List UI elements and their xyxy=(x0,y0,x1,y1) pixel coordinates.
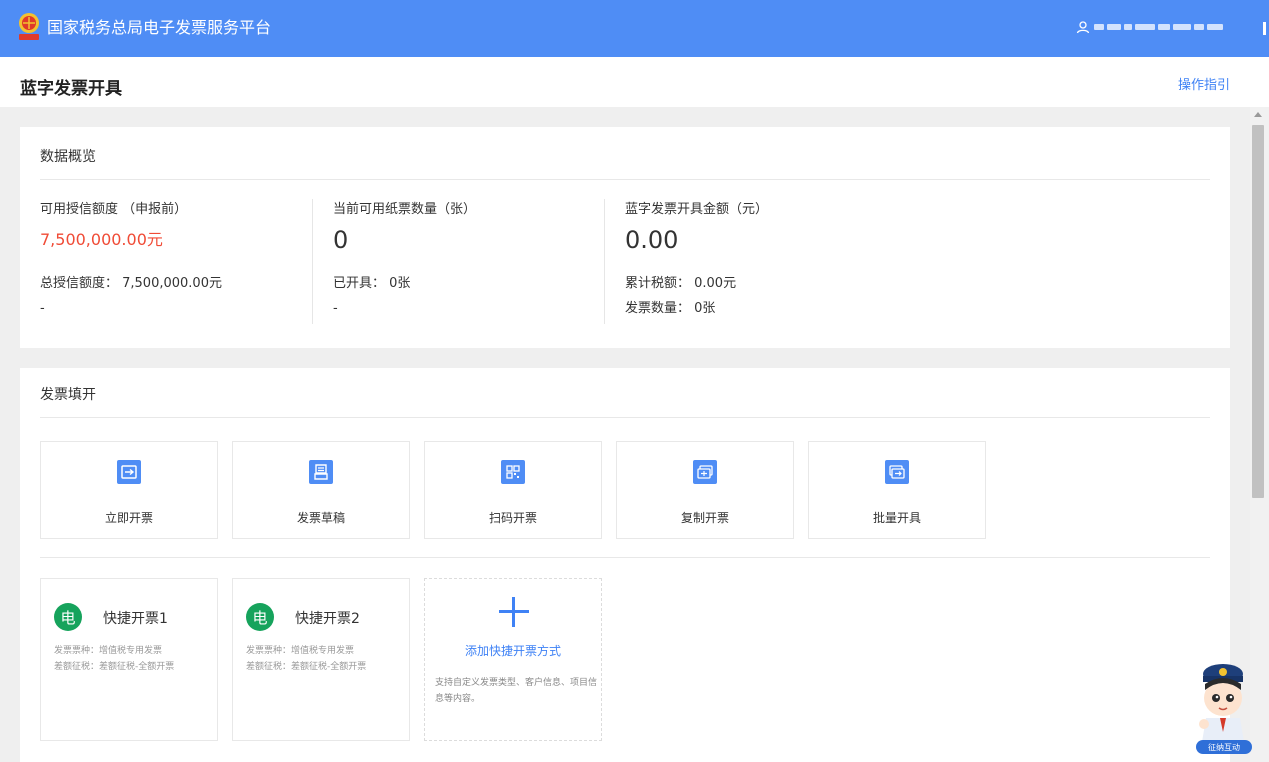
scan-issue-label: 扫码开票 xyxy=(488,511,537,525)
issue-now-button[interactable]: 立即开票 xyxy=(40,441,218,539)
paper-issued: 已开具： 0张 xyxy=(333,276,411,291)
data-overview-card: 数据概览 可用授信额度 （申报前） 7,500,000.00元 总授信额度： 7… xyxy=(20,127,1230,348)
section-title: 发票填开 xyxy=(40,387,96,403)
add-quick-issue-label: 添加快捷开票方式 xyxy=(464,644,561,658)
quick-issue-card-1[interactable]: 电 快捷开票1 发票票种：增值税专用发票 差额征税：差额征税-全额开票 xyxy=(40,578,218,741)
credit-total: 总授信额度： 7,500,000.00元 xyxy=(40,276,222,291)
invoice-type-line: 发票票种：增值税专用发票 xyxy=(54,646,163,656)
invoice-type-line: 发票票种：增值税专用发票 xyxy=(246,646,355,656)
quick-issue-desc: 发票票种：增值税专用发票 差额征税：差额征税-全额开票 xyxy=(54,643,174,675)
divider xyxy=(40,179,1210,180)
credit-label: 可用授信额度 （申报前） xyxy=(40,202,188,217)
divider xyxy=(604,199,605,324)
scan-issue-button[interactable]: 扫码开票 xyxy=(424,441,602,539)
diff-tax-line: 差额征税：差额征税-全额开票 xyxy=(246,662,367,672)
issue-now-label: 立即开票 xyxy=(104,511,153,525)
app-title: 国家税务总局电子发票服务平台 xyxy=(47,18,272,37)
page-title: 蓝字发票开具 xyxy=(20,79,122,99)
invoice-fill-card: 发票填开 立即开票 发票草稿 扫码开票 复制开票 批量开具 电 快捷开票1 发票… xyxy=(20,368,1230,762)
blue-amount-label: 蓝字发票开具金额（元） xyxy=(625,202,769,217)
tax-emblem-icon xyxy=(19,13,39,40)
blue-amount-stat: 蓝字发票开具金额（元） 0.00 累计税额： 0.00元 发票数量： 0张 xyxy=(625,202,768,317)
user-menu[interactable] xyxy=(1076,20,1223,34)
quick-issue-name: 快捷开票1 xyxy=(103,611,168,627)
add-quick-issue-desc: 支持自定义发票类型、客户信息、项目信息等内容。 xyxy=(435,678,598,704)
batch-issue-icon xyxy=(885,460,909,484)
divider xyxy=(40,557,1210,558)
window-edge xyxy=(1263,22,1266,35)
paper-note: - xyxy=(333,301,338,316)
user-icon xyxy=(1076,21,1090,34)
batch-issue-button[interactable]: 批量开具 xyxy=(808,441,986,539)
quick-issue-card-2[interactable]: 电 快捷开票2 发票票种：增值税专用发票 差额征税：差额征税-全额开票 xyxy=(232,578,410,741)
blue-amount-value: 0.00 xyxy=(625,226,679,254)
credit-value: 7,500,000.00元 xyxy=(40,230,163,249)
top-bar: 国家税务总局电子发票服务平台 xyxy=(0,0,1269,57)
diff-tax-line: 差额征税：差额征税-全额开票 xyxy=(54,662,175,672)
paper-label: 当前可用纸票数量（张） xyxy=(333,202,477,217)
issue-now-icon xyxy=(117,460,141,484)
copy-issue-button[interactable]: 复制开票 xyxy=(616,441,794,539)
page-header xyxy=(0,57,1269,107)
tax-total: 累计税额： 0.00元 xyxy=(625,276,737,291)
draft-icon xyxy=(309,460,333,484)
paper-stat: 当前可用纸票数量（张） 0 已开具： 0张 - xyxy=(333,202,476,317)
copy-issue-label: 复制开票 xyxy=(680,511,729,525)
invoice-draft-label: 发票草稿 xyxy=(296,511,345,525)
scrollbar-thumb[interactable] xyxy=(1252,125,1264,498)
operation-guide-link[interactable]: 操作指引 xyxy=(1178,74,1230,93)
add-quick-issue-button[interactable]: 添加快捷开票方式 支持自定义发票类型、客户信息、项目信息等内容。 xyxy=(424,578,602,741)
scroll-up-arrow-icon[interactable] xyxy=(1254,112,1262,117)
electronic-badge: 电 xyxy=(246,603,274,631)
invoice-count: 发票数量： 0张 xyxy=(625,301,716,316)
credit-stat: 可用授信额度 （申报前） 7,500,000.00元 总授信额度： 7,500,… xyxy=(40,202,222,317)
batch-issue-label: 批量开具 xyxy=(872,511,921,525)
divider xyxy=(40,417,1210,418)
section-title: 数据概览 xyxy=(40,149,96,165)
divider xyxy=(312,199,313,324)
invoice-draft-button[interactable]: 发票草稿 xyxy=(232,441,410,539)
quick-issue-desc: 发票票种：增值税专用发票 差额征税：差额征税-全额开票 xyxy=(246,643,366,675)
mascot-badge[interactable]: 征纳互动 xyxy=(1196,740,1252,754)
masked-username xyxy=(1094,24,1223,30)
plus-icon xyxy=(499,597,529,627)
qrcode-icon xyxy=(501,460,525,484)
electronic-badge: 电 xyxy=(54,603,82,631)
copy-invoice-icon xyxy=(693,460,717,484)
credit-note: - xyxy=(40,301,45,316)
paper-value: 0 xyxy=(333,226,349,254)
quick-issue-name: 快捷开票2 xyxy=(295,611,360,627)
